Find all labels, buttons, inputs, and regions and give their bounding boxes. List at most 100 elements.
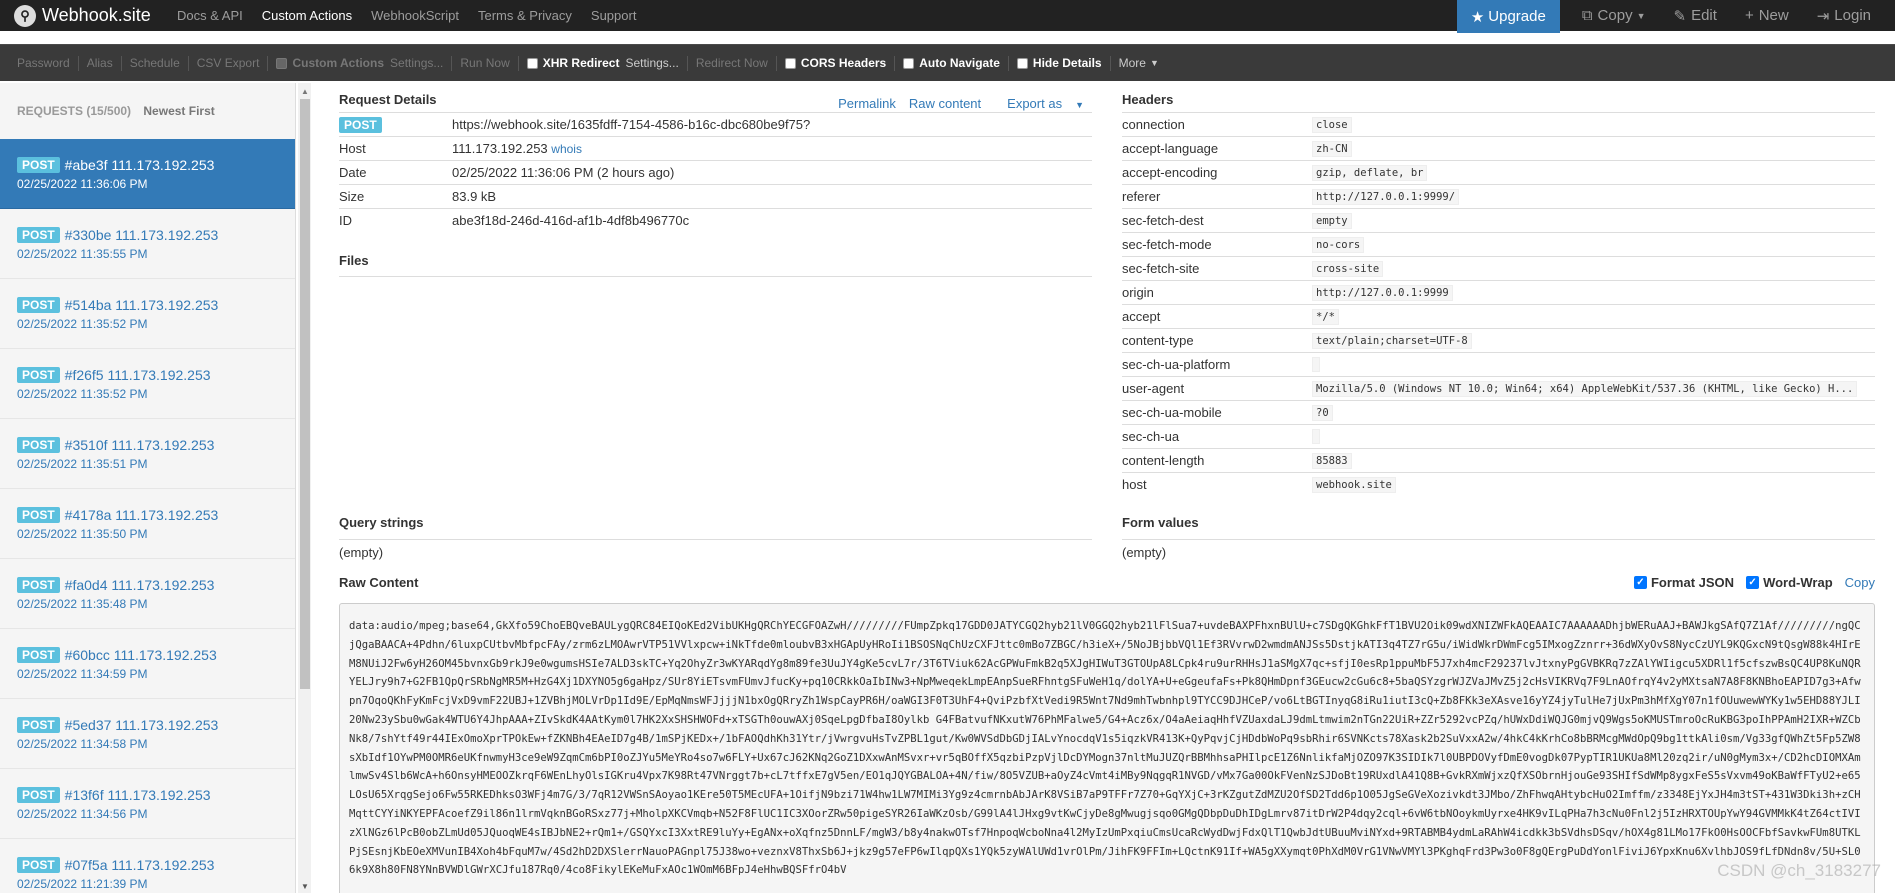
hide-details-toggle[interactable]: Hide Details [1009,55,1111,71]
xhr-redirect-label: XHR Redirect [542,56,620,70]
header-row: origin http://127.0.0.1:9999 [1122,280,1875,304]
request-list-item[interactable]: POST #3510f 111.173.192.253 02/25/2022 11:… [0,419,295,489]
sidebar-scrollbar[interactable]: ▲ ▼ [298,83,311,893]
request-title: #4178a 111.173.192.253 [64,507,219,523]
raw-content-link[interactable]: Raw content [909,96,981,111]
request-list-item[interactable]: POST #13f6f 111.173.192.253 02/25/2022 11:… [0,769,295,839]
redirect-now-button[interactable]: Redirect Now [688,55,777,71]
nav-webhookscript[interactable]: WebhookScript [371,8,459,23]
new-button[interactable]: + New [1745,7,1789,24]
request-list-item[interactable]: POST #60bcc 111.173.192.253 02/25/2022 11:… [0,629,295,699]
copy-raw-button[interactable]: Copy [1845,575,1875,590]
xhr-redirect-settings[interactable]: Settings... [625,56,678,70]
header-value [1312,429,1320,444]
nav-custom-actions[interactable]: Custom Actions [262,8,352,23]
permalink-link[interactable]: Permalink [838,96,896,111]
header-key: sec-ch-ua-platform [1122,357,1231,372]
alias-button[interactable]: Alias [79,55,122,71]
request-title-line: POST #5ed37 111.173.192.253 [17,717,278,733]
custom-actions-checkbox[interactable] [276,57,288,69]
request-list-item[interactable]: POST #07f5a 111.173.192.253 02/25/2022 11:… [0,839,295,893]
header-key: content-type [1122,333,1194,348]
method-badge: POST [339,117,382,133]
headers-panel: Headers connection close accept-language zh… [1122,92,1875,493]
more-menu[interactable]: More ▼ [1111,56,1167,71]
request-title: #f26f5 111.173.192.253 [64,367,211,383]
request-list-item[interactable]: POST #5ed37 111.173.192.253 02/25/2022 11:… [0,699,295,769]
plus-icon: + [1744,7,1754,24]
run-now-button[interactable]: Run Now [452,55,519,71]
scrollbar-thumb[interactable] [300,99,310,689]
xhr-redirect-toggle[interactable]: XHR Redirect Settings... [519,55,688,71]
format-json-checkbox[interactable]: ✓ [1633,576,1647,589]
raw-content-body[interactable]: data:audio/mpeg;base64,GkXfo59ChoEBQveBA… [339,603,1875,893]
whois-link[interactable]: whois [551,142,582,156]
sort-newest-first[interactable]: Newest First [143,104,214,118]
cors-headers-checkbox[interactable] [784,57,796,69]
request-title-line: POST #f26f5 111.173.192.253 [17,367,278,383]
edit-button[interactable]: ✎ Edit [1674,7,1717,25]
request-title-line: POST #514ba 111.173.192.253 [17,297,278,313]
request-list-item[interactable]: POST #514ba 111.173.192.253 02/25/2022 11:… [0,279,295,349]
login-icon: ⇥ [1816,7,1830,25]
header-row: sec-fetch-dest empty [1122,208,1875,232]
host-value: 111.173.192.253 whois [452,141,582,156]
custom-actions-settings[interactable]: Settings... [390,56,443,70]
header-key: accept [1122,309,1161,324]
requests-sidebar: REQUESTS (15/500) Newest First POST #abe3… [0,83,296,893]
files-title: Files [339,253,369,268]
request-timestamp: 02/25/2022 11:34:59 PM [17,667,148,681]
request-title-line: POST #abe3f 111.173.192.253 [17,157,278,173]
request-list-item[interactable]: POST #f26f5 111.173.192.253 02/25/2022 11:… [0,349,295,419]
scroll-down-icon[interactable]: ▼ [301,882,309,891]
scroll-up-icon[interactable]: ▲ [301,87,309,96]
cors-headers-toggle[interactable]: CORS Headers [777,55,896,71]
request-url-link[interactable]: https://webhook.site/1635fdff-7154-4586-… [452,117,810,132]
method-badge: POST [17,857,60,873]
request-list-item[interactable]: POST #abe3f 111.173.192.253 02/25/2022 11:… [0,139,295,209]
word-wrap-toggle[interactable]: ✓ Word-Wrap [1746,575,1833,590]
raw-content-options: ✓ Format JSON ✓ Word-Wrap Copy [1622,575,1875,590]
raw-content-header: Raw Content ✓ Format JSON ✓ Word-Wrap Copy [339,575,1875,595]
request-title: #514ba 111.173.192.253 [64,297,219,313]
auto-navigate-toggle[interactable]: Auto Navigate [895,55,1009,71]
word-wrap-checkbox[interactable]: ✓ [1746,576,1760,589]
hide-details-checkbox[interactable] [1016,57,1028,69]
copy-button[interactable]: ⧉ Copy ▼ [1582,7,1646,24]
auto-navigate-checkbox[interactable] [903,57,915,69]
header-key: referer [1122,189,1161,204]
export-as-dropdown[interactable]: Export as ▼ [994,96,1084,111]
header-value: zh-CN [1312,140,1352,157]
header-row: sec-ch-ua-platform [1122,352,1875,376]
request-list-item[interactable]: POST #fa0d4 111.173.192.253 02/25/2022 11:… [0,559,295,629]
date-row: Date 02/25/2022 11:36:06 PM (2 hours ago… [339,160,1092,184]
header-row: content-length 85883 [1122,448,1875,472]
header-value: http://127.0.0.1:9999/ [1312,188,1460,205]
host-row: Host 111.173.192.253 whois [339,136,1092,160]
schedule-button[interactable]: Schedule [122,55,189,71]
header-value [1312,357,1320,372]
request-timestamp: 02/25/2022 11:36:06 PM [17,177,148,191]
nav-docs-api[interactable]: Docs & API [177,8,243,23]
format-json-toggle[interactable]: ✓ Format JSON [1633,575,1734,590]
form-values-title: Form values [1122,515,1199,530]
header-row: host webhook.site [1122,472,1875,496]
nav-support[interactable]: Support [591,8,637,23]
request-timestamp: 02/25/2022 11:35:55 PM [17,247,148,261]
csv-export-button[interactable]: CSV Export [189,55,269,71]
custom-actions-toggle[interactable]: Custom Actions Settings... [268,55,453,71]
raw-content-title: Raw Content [339,575,419,590]
request-timestamp: 02/25/2022 11:35:48 PM [17,597,148,611]
nav-terms-privacy[interactable]: Terms & Privacy [478,8,572,23]
request-list-item[interactable]: POST #4178a 111.173.192.253 02/25/2022 11:… [0,489,295,559]
header-value: text/plain;charset=UTF-8 [1312,332,1472,349]
password-button[interactable]: Password [0,55,79,71]
xhr-redirect-checkbox[interactable] [526,57,538,69]
request-title-line: POST #330be 111.173.192.253 [17,227,278,243]
login-button[interactable]: ⇥ Login [1817,7,1871,25]
request-list-item[interactable]: POST #330be 111.173.192.253 02/25/2022 11:… [0,209,295,279]
upgrade-button[interactable]: ★ Upgrade [1456,0,1560,33]
header-row: sec-fetch-mode no-cors [1122,232,1875,256]
brand-name: Webhook.site [42,5,151,25]
brand-link[interactable]: ⚲ Webhook.site [14,0,151,31]
